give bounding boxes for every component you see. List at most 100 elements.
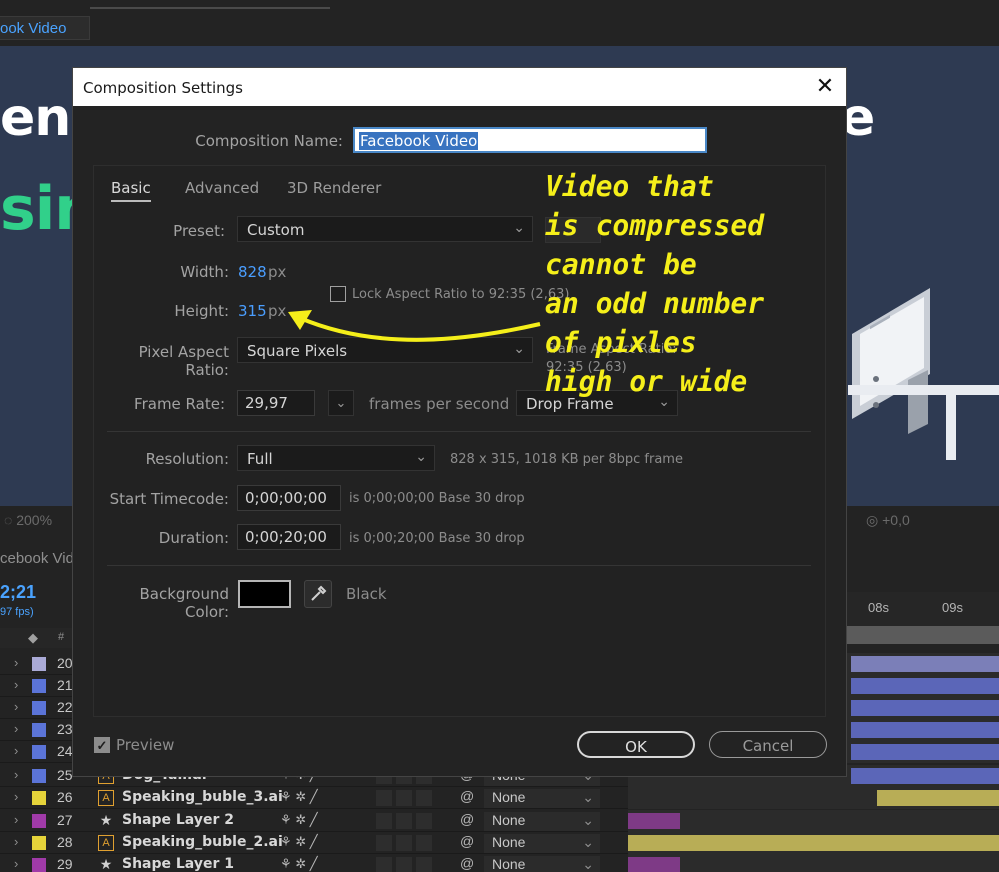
layer-duration-bar[interactable] (876, 790, 999, 806)
layer-duration-bar[interactable] (850, 700, 999, 716)
star-icon: ★ (99, 812, 113, 828)
dialog-titlebar: Composition Settings ✕ (73, 68, 846, 106)
layer-switches[interactable]: ⚘ ✲ ╱ (280, 834, 318, 850)
resolution-label: Resolution: (145, 450, 229, 468)
layer-duration-bar[interactable] (850, 768, 999, 784)
layer-duration-bar[interactable] (850, 678, 999, 694)
start-timecode-input[interactable]: 0;00;00;00 (237, 485, 341, 511)
layer-duration-bar[interactable] (628, 813, 680, 829)
composition-tab[interactable]: ook Video (0, 16, 90, 40)
expand-chevron-icon[interactable]: › (14, 699, 18, 714)
expand-chevron-icon[interactable]: › (14, 743, 18, 758)
label-color-swatch[interactable] (32, 769, 46, 783)
expand-chevron-icon[interactable]: › (14, 812, 18, 827)
expand-chevron-icon[interactable]: › (14, 834, 18, 849)
cancel-button[interactable]: Cancel (709, 731, 827, 758)
layer-row[interactable]: › 29 ★ Shape Layer 1 ⚘ ✲ ╱ @ None ⌄ (0, 854, 999, 872)
tab-basic[interactable]: Basic (111, 179, 151, 202)
layer-name[interactable]: Speaking_buble_2.ai (122, 834, 283, 850)
expand-chevron-icon[interactable]: › (14, 789, 18, 804)
height-label: Height: (174, 302, 229, 320)
tab-advanced[interactable]: Advanced (185, 179, 259, 197)
layer-row[interactable]: › 26 A Speaking_buble_3.ai ⚘ ✲ ╱ @ None ⌄ (0, 787, 999, 809)
label-color-swatch[interactable] (32, 814, 46, 828)
layer-toggle-boxes[interactable] (376, 813, 432, 829)
parent-value: None (492, 834, 526, 850)
pixel-aspect-label: Pixel Aspect Ratio: (138, 343, 229, 379)
pickwhip-icon[interactable]: @ (460, 811, 474, 827)
layer-duration-bar[interactable] (850, 722, 999, 738)
layer-number: 20 (57, 655, 73, 671)
label-color-swatch[interactable] (32, 679, 46, 693)
magnify-icon: ◌ (4, 512, 17, 528)
tab-3d-renderer[interactable]: 3D Renderer (287, 179, 381, 197)
layer-toggle-boxes[interactable] (376, 790, 432, 806)
duration-input[interactable]: 0;00;20;00 (237, 524, 341, 550)
chevron-down-icon: ⌄ (582, 789, 594, 805)
expand-chevron-icon[interactable]: › (14, 677, 18, 692)
layer-toggle-boxes[interactable] (376, 835, 432, 851)
layer-row[interactable]: › 27 ★ Shape Layer 2 ⚘ ✲ ╱ @ None ⌄ (0, 810, 999, 832)
expand-chevron-icon[interactable]: › (14, 721, 18, 736)
layer-name[interactable]: Shape Layer 1 (122, 856, 234, 872)
layer-number: 29 (57, 856, 73, 872)
expand-chevron-icon[interactable]: › (14, 655, 18, 670)
annotation-line-6: high or wide (545, 365, 748, 398)
current-time[interactable]: 2;21 (0, 582, 36, 603)
layer-switches[interactable]: ⚘ ✲ ╱ (280, 789, 318, 805)
resolution-note: 828 x 315, 1018 KB per 8bpc frame (450, 452, 683, 467)
timeline-tab[interactable]: cebook Vide (0, 550, 82, 567)
layer-switches[interactable]: ⚘ ✲ ╱ (280, 812, 318, 828)
preview-checkbox[interactable]: ✓ (94, 737, 110, 753)
parent-dropdown[interactable]: None ⌄ (484, 812, 600, 831)
expand-chevron-icon[interactable]: › (14, 856, 18, 871)
label-color-swatch[interactable] (32, 836, 46, 850)
layer-number-header: # (58, 631, 65, 643)
eyedropper-icon[interactable] (304, 580, 332, 608)
layer-name[interactable]: Speaking_buble_3.ai (122, 789, 283, 805)
preset-value: Custom (247, 221, 305, 239)
background-color-swatch[interactable] (238, 580, 291, 608)
pixel-aspect-dropdown[interactable]: Square Pixels ⌄ (237, 337, 533, 363)
height-value[interactable]: 315 (238, 302, 267, 320)
label-color-swatch[interactable] (32, 701, 46, 715)
computer-monitor-illustration (852, 288, 930, 434)
composition-name-input[interactable]: Facebook Video (353, 127, 707, 153)
layer-number: 22 (57, 699, 73, 715)
resolution-value: Full (247, 450, 273, 468)
label-color-swatch[interactable] (32, 745, 46, 759)
layer-duration-bar[interactable] (628, 835, 999, 851)
layer-duration-bar[interactable] (850, 656, 999, 672)
exposure-control[interactable]: ◎ +0,0 (866, 512, 910, 529)
layer-row[interactable]: › 28 A Speaking_buble_2.ai ⚘ ✲ ╱ @ None ⌄ (0, 832, 999, 854)
viewer-zoom[interactable]: ◌ 200% (4, 512, 52, 528)
pickwhip-icon[interactable]: @ (460, 855, 474, 871)
pickwhip-icon[interactable]: @ (460, 833, 474, 849)
parent-dropdown[interactable]: None ⌄ (484, 789, 600, 808)
layer-duration-bar[interactable] (628, 857, 680, 872)
pickwhip-icon[interactable]: @ (460, 788, 474, 804)
preset-dropdown[interactable]: Custom ⌄ (237, 216, 533, 242)
ok-button[interactable]: OK (577, 731, 695, 758)
label-color-swatch[interactable] (32, 723, 46, 737)
label-color-swatch[interactable] (32, 858, 46, 872)
layer-toggle-boxes[interactable] (376, 857, 432, 872)
frame-rate-dropdown[interactable]: ⌄ (328, 390, 354, 416)
layer-duration-bar[interactable] (850, 744, 999, 760)
layer-name[interactable]: Shape Layer 2 (122, 812, 234, 828)
divider (107, 431, 811, 432)
expand-chevron-icon[interactable]: › (14, 767, 18, 782)
resolution-dropdown[interactable]: Full ⌄ (237, 445, 435, 471)
lock-aspect-checkbox[interactable] (330, 286, 346, 302)
close-icon[interactable]: ✕ (813, 74, 837, 98)
layer-track (628, 832, 999, 854)
width-value[interactable]: 828 (238, 263, 267, 281)
label-color-swatch[interactable] (32, 657, 46, 671)
preview-label: Preview (116, 736, 175, 754)
label-color-swatch[interactable] (32, 791, 46, 805)
parent-dropdown[interactable]: None ⌄ (484, 834, 600, 853)
ruler-tick: 08s (868, 600, 889, 615)
parent-dropdown[interactable]: None ⌄ (484, 856, 600, 872)
frame-rate-input[interactable]: 29,97 (237, 390, 315, 416)
layer-switches[interactable]: ⚘ ✲ ╱ (280, 856, 318, 872)
